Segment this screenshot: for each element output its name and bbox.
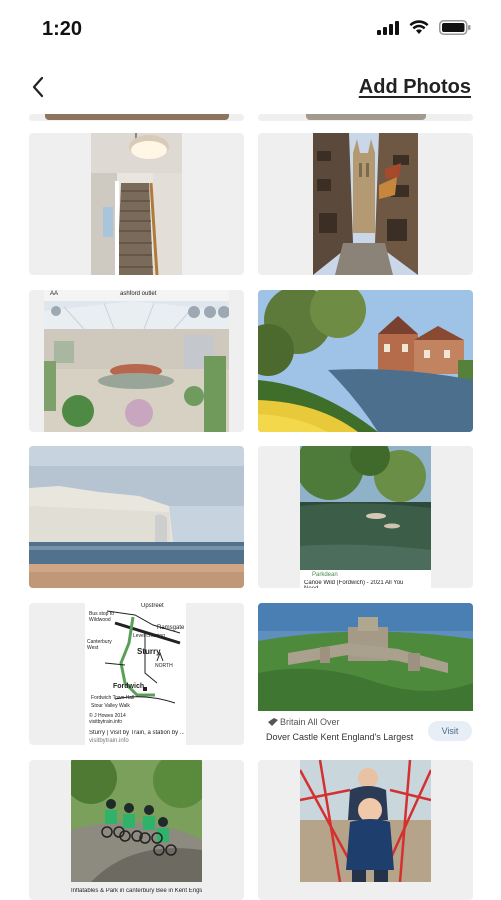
staircase-photo <box>91 133 182 275</box>
battery-icon <box>439 20 471 35</box>
photo-tile-ashford-outlet[interactable]: AA ashford outlet <box>29 290 244 432</box>
status-bar: 1:20 <box>0 0 501 62</box>
source-caption: Canoe Wild (Fordwich) - 2021 All You Nee… <box>304 580 404 588</box>
source-name: Parkdean <box>312 572 338 578</box>
signal-icon <box>377 20 399 35</box>
photo-tile-river-houses[interactable] <box>258 290 473 432</box>
photo-tile-cycling-group[interactable]: Inflatables & Park in canterbury Bee in … <box>29 760 244 900</box>
status-icons <box>377 20 471 35</box>
canoe-river-photo <box>300 446 431 570</box>
river-houses-photo <box>258 290 473 432</box>
white-cliffs-photo <box>29 446 244 588</box>
photo-grid: AA ashford outlet Parkdean Canoe Wild (F… <box>0 114 501 900</box>
cycling-group-photo <box>71 760 202 882</box>
photo-tile-staircase[interactable] <box>29 133 244 275</box>
outlet-mall-photo <box>44 301 229 432</box>
photo-tile-cathedral-street[interactable] <box>258 133 473 275</box>
wifi-icon <box>409 20 429 34</box>
cathedral-street-photo <box>313 133 418 275</box>
header: Add Photos <box>0 62 501 114</box>
photo-tile-canoe-river[interactable]: Parkdean Canoe Wild (Fordwich) - 2021 Al… <box>258 446 473 588</box>
photo-tile-dover-castle[interactable]: Britain All Over Dover Castle Kent Engla… <box>258 603 473 745</box>
photo-tile-kids-playground[interactable] <box>258 760 473 900</box>
source-row: Parkdean Canoe Wild (Fordwich) - 2021 Al… <box>300 570 431 588</box>
route-map-image: Upstreet Bus stop to Wildwood Ramsgate L… <box>85 603 186 745</box>
photo-tile-partial-left[interactable] <box>29 114 244 121</box>
photo-tile-route-map[interactable]: Upstreet Bus stop to Wildwood Ramsgate L… <box>29 603 244 745</box>
status-time: 1:20 <box>42 18 83 40</box>
map-label-sturry: Sturry <box>137 647 161 656</box>
map-label-level-crossing: Level crossing <box>133 633 165 639</box>
map-label-fordwich-town-hall: Fordwich Town Hall <box>91 695 135 701</box>
site-logo-icon <box>268 718 278 726</box>
map-label-ramsgate: Ramsgate <box>157 625 185 631</box>
photo-caption: Dover Castle Kent England's Largest <box>266 732 414 742</box>
map-label-fordwich: Fordwich <box>113 683 145 690</box>
url-prefix: AA <box>50 291 59 297</box>
map-label-canterbury-west: Canterbury West <box>87 639 112 651</box>
map-label-north: NORTH <box>155 663 173 669</box>
add-photos-button[interactable]: Add Photos <box>359 76 471 99</box>
photo-tile-partial-right[interactable] <box>258 114 473 121</box>
kids-playground-photo <box>300 760 431 882</box>
dover-castle-photo <box>258 603 473 711</box>
visit-button[interactable]: Visit <box>428 721 472 741</box>
map-caption: Sturry | Visit by Train, a station by ..… <box>89 730 184 736</box>
photo-caption: Inflatables & Park in canterbury Bee in … <box>71 888 202 894</box>
source-name: Britain All Over <box>280 717 340 727</box>
map-copyright: © J Howes 2014 visitbytrain.info <box>89 713 126 725</box>
map-site: visitbytrain.info <box>89 738 129 744</box>
map-label-upstreet: Upstreet <box>141 603 164 609</box>
map-label-bus-stop: Bus stop to Wildwood <box>89 611 115 623</box>
search-query-text: ashford outlet <box>120 291 157 297</box>
map-label-stour-valley-walk: Stour Valley Walk <box>91 703 130 709</box>
photo-tile-white-cliffs[interactable] <box>29 446 244 588</box>
screenshot-url-bar: AA ashford outlet <box>44 290 229 301</box>
chevron-left-icon[interactable] <box>26 74 52 100</box>
